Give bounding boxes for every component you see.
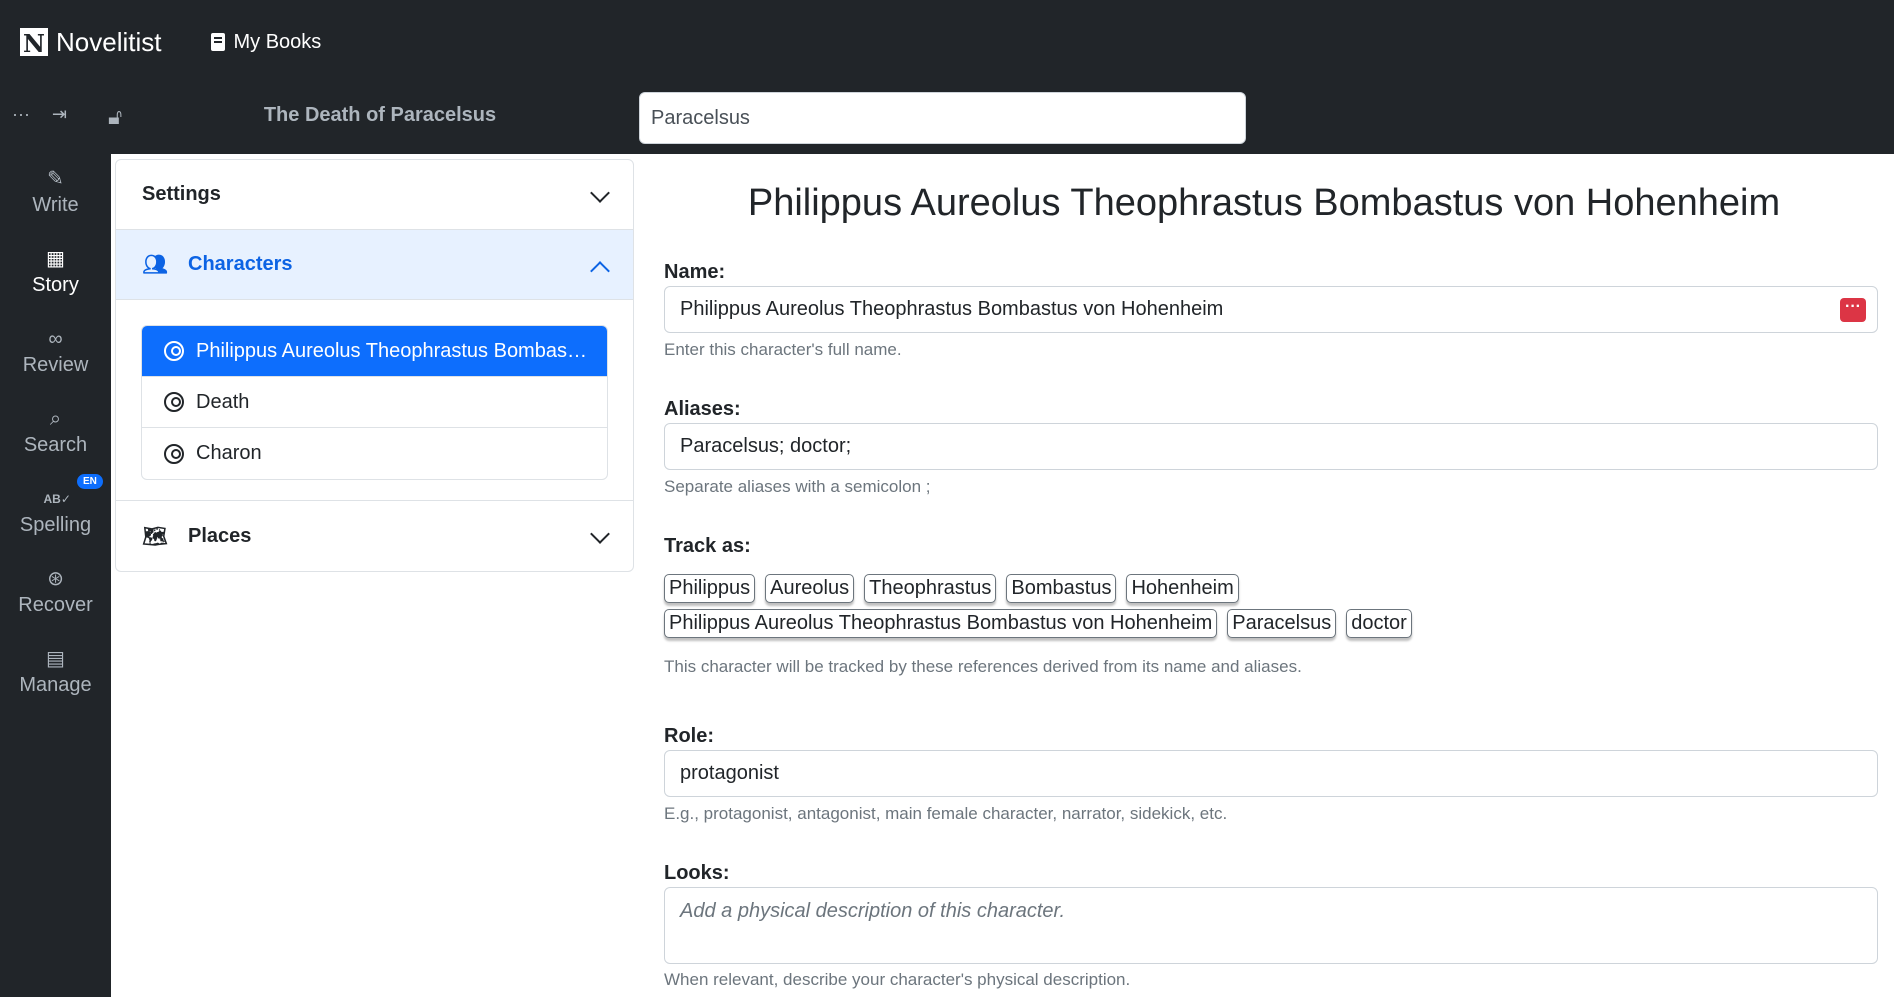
name-field[interactable]: Philippus Aureolus Theophrastus Bombastu… — [664, 286, 1878, 333]
rail-item-recover[interactable]: ⊛ Recover — [0, 568, 111, 617]
rail-item-review[interactable]: ∞ Review — [0, 328, 111, 377]
chevron-down-icon — [590, 183, 610, 203]
rail-item-manage[interactable]: ▤ Manage — [0, 648, 111, 697]
rail-label: Story — [32, 274, 79, 296]
rail-item-search[interactable]: ⌕ Search — [0, 408, 111, 457]
book-title: The Death of Paracelsus — [263, 104, 497, 126]
chevron-down-icon — [590, 524, 610, 544]
user-circle-icon — [164, 341, 184, 361]
accordion-places-header[interactable]: 🗺︎ Places — [116, 501, 633, 571]
search-input[interactable]: Paracelsus — [639, 92, 1246, 144]
ellipsis-icon[interactable]: ··· — [12, 104, 30, 125]
brand-logo-icon: N — [20, 28, 48, 58]
my-books-link[interactable]: My Books — [211, 31, 321, 54]
page-title: Philippus Aureolus Theophrastus Bombastu… — [747, 182, 1781, 224]
looks-label: Looks: — [664, 862, 730, 884]
rail-label: Manage — [19, 674, 92, 696]
character-list-item[interactable]: Death — [142, 377, 607, 428]
name-help: Enter this character's full name. — [664, 340, 902, 359]
my-books-label: My Books — [233, 30, 322, 53]
character-list: Philippus Aureolus Theophrastus Bombastu… — [141, 325, 608, 480]
pin-icon[interactable]: ⇥ — [52, 104, 67, 125]
rail-label: Review — [22, 354, 89, 376]
character-name: Philippus Aureolus Theophrastus Bombastu… — [196, 339, 587, 362]
track-tag: Bombastus — [1006, 574, 1117, 603]
rail-item-story[interactable]: ▦ Story — [0, 248, 111, 297]
lifebuoy-icon: ⊛ — [47, 568, 64, 590]
track-tag: Paracelsus — [1227, 609, 1337, 638]
looks-textarea[interactable]: Add a physical description of this chara… — [664, 887, 1878, 964]
story-accordion: Settings 👥︎ Characters Philippus Aureolu… — [115, 159, 634, 572]
language-badge[interactable]: EN — [77, 474, 103, 489]
accordion-settings-header[interactable]: Settings — [116, 160, 633, 230]
track-tags: Philippus Aureolus Theophrastus Bombastu… — [664, 574, 1684, 644]
character-list-item[interactable]: Charon — [142, 428, 607, 479]
aliases-field[interactable]: Paracelsus; doctor; — [664, 423, 1878, 470]
aliases-label: Aliases: — [664, 398, 741, 420]
track-tag: Philippus — [664, 574, 756, 603]
aliases-help: Separate aliases with a semicolon ; — [664, 477, 931, 496]
name-value: Philippus Aureolus Theophrastus Bombastu… — [680, 298, 1224, 320]
rail-label: Write — [32, 194, 79, 216]
unlock-icon[interactable]: 🔓︎ — [108, 104, 122, 130]
book-icon — [211, 33, 226, 51]
track-tag: Aureolus — [765, 574, 855, 603]
rail-item-spelling[interactable]: AB✓ Spelling — [0, 488, 111, 537]
role-label: Role: — [664, 725, 714, 747]
chevron-up-icon — [590, 261, 610, 281]
top-navbar: N Novelitist My Books — [0, 0, 1894, 84]
character-name: Charon — [196, 442, 262, 464]
user-circle-icon — [164, 392, 184, 412]
more-options-button[interactable]: ··· — [1840, 298, 1866, 322]
glasses-icon: ∞ — [48, 328, 63, 350]
track-tag: Philippus Aureolus Theophrastus Bombastu… — [664, 609, 1218, 638]
brand-link[interactable]: N Novelitist — [20, 27, 161, 58]
brand-name: Novelitist — [56, 26, 162, 57]
accordion-characters-label: Characters — [188, 253, 293, 275]
user-circle-icon — [164, 443, 184, 464]
spellcheck-icon: AB✓ — [43, 492, 71, 506]
character-name: Death — [196, 390, 250, 413]
track-as-label: Track as: — [664, 535, 751, 557]
rail-item-write[interactable]: ✎ Write — [0, 168, 111, 217]
role-help: E.g., protagonist, antagonist, main fema… — [664, 804, 1228, 823]
name-label: Name: — [664, 261, 726, 283]
accordion-settings-label: Settings — [142, 183, 221, 205]
map-icon: 🗺︎ — [142, 525, 168, 548]
rail-label: Spelling — [19, 514, 92, 536]
accordion-characters-header[interactable]: 👥︎ Characters — [116, 230, 633, 300]
book-icon: ▤ — [46, 648, 65, 670]
looks-help: When relevant, describe your character's… — [664, 970, 1131, 989]
users-icon: 👥︎ — [142, 254, 168, 276]
track-tag: Theophrastus — [864, 574, 997, 603]
feather-icon: ✎ — [47, 168, 64, 190]
role-field[interactable]: protagonist — [664, 750, 1878, 797]
character-list-item[interactable]: Philippus Aureolus Theophrastus Bombastu… — [142, 326, 607, 377]
search-icon: ⌕ — [49, 408, 62, 430]
characters-body: Philippus Aureolus Theophrastus Bombastu… — [116, 300, 633, 501]
story-icon: ▦ — [46, 248, 65, 270]
rail-label: Recover — [18, 594, 93, 616]
track-help: This character will be tracked by these … — [664, 657, 1302, 676]
rail-label: Search — [23, 434, 88, 456]
track-tag: doctor — [1346, 609, 1412, 638]
track-tag: Hohenheim — [1126, 574, 1239, 603]
accordion-places-label: Places — [188, 524, 252, 547]
